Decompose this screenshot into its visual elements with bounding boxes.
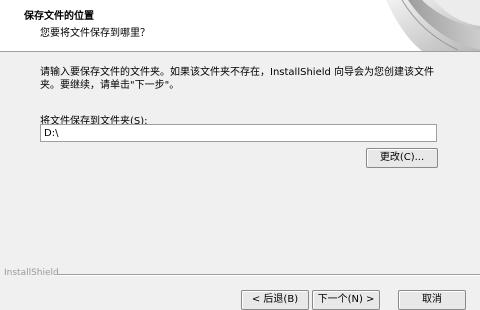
footer-separator xyxy=(58,274,480,276)
description-text: 请输入要保存文件的文件夹。如果该文件夹不存在，InstallShield 向导会… xyxy=(40,67,435,91)
next-button[interactable]: 下一个(N) > xyxy=(312,290,380,310)
change-folder-button[interactable]: 更改(C)... xyxy=(366,148,438,168)
header-subtitle: 您要将文件保存到哪里？ xyxy=(40,28,150,39)
header-banner: 保存文件的位置 您要将文件保存到哪里？ xyxy=(0,0,480,52)
installshield-brand: InstallShield xyxy=(4,268,59,278)
back-button[interactable]: < 后退(B) xyxy=(241,290,309,310)
folder-path-input[interactable] xyxy=(40,124,437,142)
header-title: 保存文件的位置 xyxy=(24,11,94,22)
main-panel: 请输入要保存文件的文件夹。如果该文件夹不存在，InstallShield 向导会… xyxy=(0,52,480,310)
page-curl-graphic-icon xyxy=(386,0,480,51)
cancel-button[interactable]: 取消 xyxy=(398,290,466,310)
